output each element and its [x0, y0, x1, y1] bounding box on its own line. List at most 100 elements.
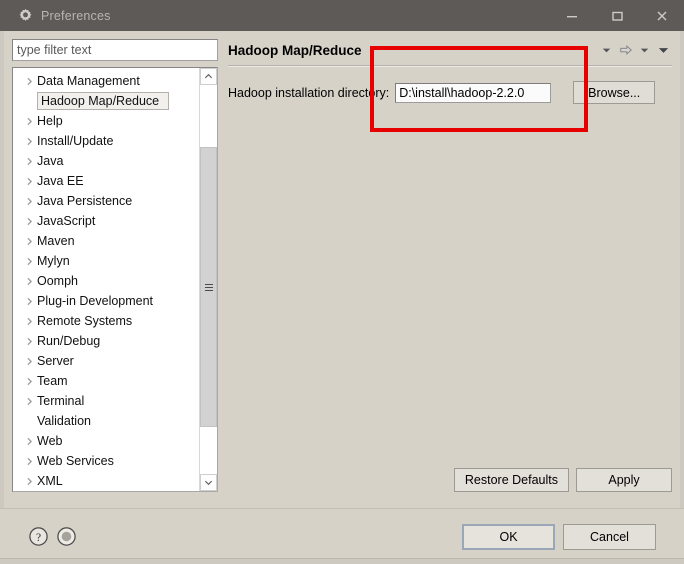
sidebar-item-label: Web — [37, 434, 63, 448]
sidebar-item-java-ee[interactable]: Java EE — [13, 171, 199, 191]
sidebar-item-label: Java Persistence — [37, 194, 133, 208]
sidebar-item-server[interactable]: Server — [13, 351, 199, 371]
hadoop-directory-input[interactable]: D:\install\hadoop-2.2.0 — [395, 82, 552, 103]
chevron-right-icon[interactable] — [21, 297, 37, 306]
sidebar-item-data-management[interactable]: Data Management — [13, 71, 199, 91]
hadoop-directory-label: Hadoop installation directory: — [228, 85, 390, 100]
preferences-sidebar: type filter text Data Management Hadoop M… — [12, 39, 218, 508]
sidebar-item-label: Validation — [37, 414, 91, 428]
chevron-right-icon[interactable] — [21, 117, 37, 126]
sidebar-item-web[interactable]: Web — [13, 431, 199, 451]
dialog-footer: ? OK Cancel — [0, 508, 684, 564]
sidebar-item-terminal[interactable]: Terminal — [13, 391, 199, 411]
chevron-right-icon[interactable] — [21, 197, 37, 206]
browse-button[interactable]: Browse... — [573, 81, 656, 104]
filter-input[interactable]: type filter text — [12, 39, 218, 61]
sidebar-item-label: JavaScript — [37, 214, 96, 228]
scrollbar-track[interactable] — [200, 85, 217, 474]
preferences-tree-list: Data Management Hadoop Map/Reduce Help Inst… — [13, 68, 199, 491]
ok-button[interactable]: OK — [462, 523, 555, 550]
cancel-button[interactable]: Cancel — [563, 523, 656, 550]
page-header: Hadoop Map/Reduce — [228, 39, 672, 61]
page-body: Hadoop installation directory: D:\instal… — [228, 46, 672, 492]
chevron-right-icon[interactable] — [21, 397, 37, 406]
preferences-dialog: Preferences type filter text Data Manage… — [0, 0, 684, 564]
back-dropdown-icon[interactable] — [598, 42, 615, 59]
sidebar-item-label: Mylyn — [37, 254, 70, 268]
chevron-right-icon[interactable] — [21, 237, 37, 246]
chevron-right-icon[interactable] — [21, 377, 37, 386]
sidebar-item-label: Oomph — [37, 274, 78, 288]
sidebar-item-label: Help — [37, 114, 63, 128]
chevron-right-icon[interactable] — [21, 437, 37, 446]
sidebar-item-label: Remote Systems — [37, 314, 133, 328]
sidebar-item-label: Install/Update — [37, 134, 114, 148]
chevron-up-icon[interactable] — [200, 68, 217, 85]
sidebar-item-label: Web Services — [37, 454, 114, 468]
chevron-right-icon[interactable] — [21, 277, 37, 286]
chevron-right-icon[interactable] — [21, 177, 37, 186]
chevron-right-icon[interactable] — [21, 137, 37, 146]
preferences-page: Hadoop Map/Reduce Hadoop installation di… — [228, 39, 672, 508]
hadoop-directory-row: Hadoop installation directory: D:\instal… — [228, 81, 672, 104]
sidebar-item-javascript[interactable]: JavaScript — [13, 211, 199, 231]
scrollbar-grip-icon — [204, 282, 213, 293]
sidebar-item-remote-systems[interactable]: Remote Systems — [13, 311, 199, 331]
chevron-right-icon[interactable] — [21, 477, 37, 486]
chevron-right-icon[interactable] — [21, 157, 37, 166]
sidebar-item-xml[interactable]: XML — [13, 471, 199, 491]
sidebar-item-validation[interactable]: Validation — [13, 411, 199, 431]
sidebar-item-plug-in-development[interactable]: Plug-in Development — [13, 291, 199, 311]
window-titlebar: Preferences — [0, 0, 684, 31]
sidebar-item-label: Plug-in Development — [37, 294, 154, 308]
sidebar-item-java-persistence[interactable]: Java Persistence — [13, 191, 199, 211]
sidebar-item-label: Data Management — [37, 74, 140, 88]
sidebar-item-label: Terminal — [37, 394, 85, 408]
sidebar-item-hadoop-map-reduce[interactable]: Hadoop Map/Reduce — [13, 91, 199, 111]
chevron-down-icon[interactable] — [200, 474, 217, 491]
filter-placeholder: type filter text — [17, 43, 92, 57]
sidebar-item-label: XML — [37, 474, 63, 488]
sidebar-item-label: Maven — [37, 234, 75, 248]
window-controls — [549, 0, 684, 31]
help-question-icon[interactable]: ? — [28, 526, 49, 547]
page-title: Hadoop Map/Reduce — [228, 42, 362, 58]
sidebar-item-install-update[interactable]: Install/Update — [13, 131, 199, 151]
hadoop-directory-value: D:\install\hadoop-2.2.0 — [399, 85, 525, 100]
chevron-right-icon[interactable] — [21, 337, 37, 346]
menu-dropdown-icon[interactable] — [655, 42, 672, 59]
sidebar-item-oomph[interactable]: Oomph — [13, 271, 199, 291]
forward-icon[interactable] — [617, 42, 634, 59]
minimize-icon[interactable] — [549, 0, 594, 31]
chevron-right-icon[interactable] — [21, 357, 37, 366]
scrollbar-thumb[interactable] — [200, 147, 217, 428]
apply-button[interactable]: Apply — [576, 468, 672, 492]
forward-dropdown-icon[interactable] — [636, 42, 653, 59]
chevron-right-icon[interactable] — [21, 257, 37, 266]
chevron-right-icon[interactable] — [21, 217, 37, 226]
sidebar-item-label: Run/Debug — [37, 334, 101, 348]
sidebar-item-java[interactable]: Java — [13, 151, 199, 171]
sidebar-item-label: Java — [37, 154, 64, 168]
sidebar-item-team[interactable]: Team — [13, 371, 199, 391]
svg-text:?: ? — [36, 532, 41, 544]
sidebar-item-label: Server — [37, 354, 74, 368]
sidebar-item-label: Team — [37, 374, 68, 388]
tree-vertical-scrollbar[interactable] — [199, 68, 217, 491]
maximize-icon[interactable] — [594, 0, 639, 31]
dialog-buttons: OK Cancel — [462, 523, 656, 550]
gear-icon — [18, 8, 33, 23]
circle-icon[interactable] — [56, 526, 77, 547]
dialog-content: type filter text Data Management Hadoop M… — [4, 31, 680, 508]
chevron-right-icon[interactable] — [21, 457, 37, 466]
window-title: Preferences — [41, 8, 111, 23]
chevron-right-icon[interactable] — [21, 77, 37, 86]
sidebar-item-maven[interactable]: Maven — [13, 231, 199, 251]
restore-defaults-button[interactable]: Restore Defaults — [453, 468, 569, 492]
chevron-right-icon[interactable] — [21, 317, 37, 326]
sidebar-item-mylyn[interactable]: Mylyn — [13, 251, 199, 271]
close-icon[interactable] — [639, 0, 684, 31]
sidebar-item-run-debug[interactable]: Run/Debug — [13, 331, 199, 351]
sidebar-item-web-services[interactable]: Web Services — [13, 451, 199, 471]
sidebar-item-help[interactable]: Help — [13, 111, 199, 131]
